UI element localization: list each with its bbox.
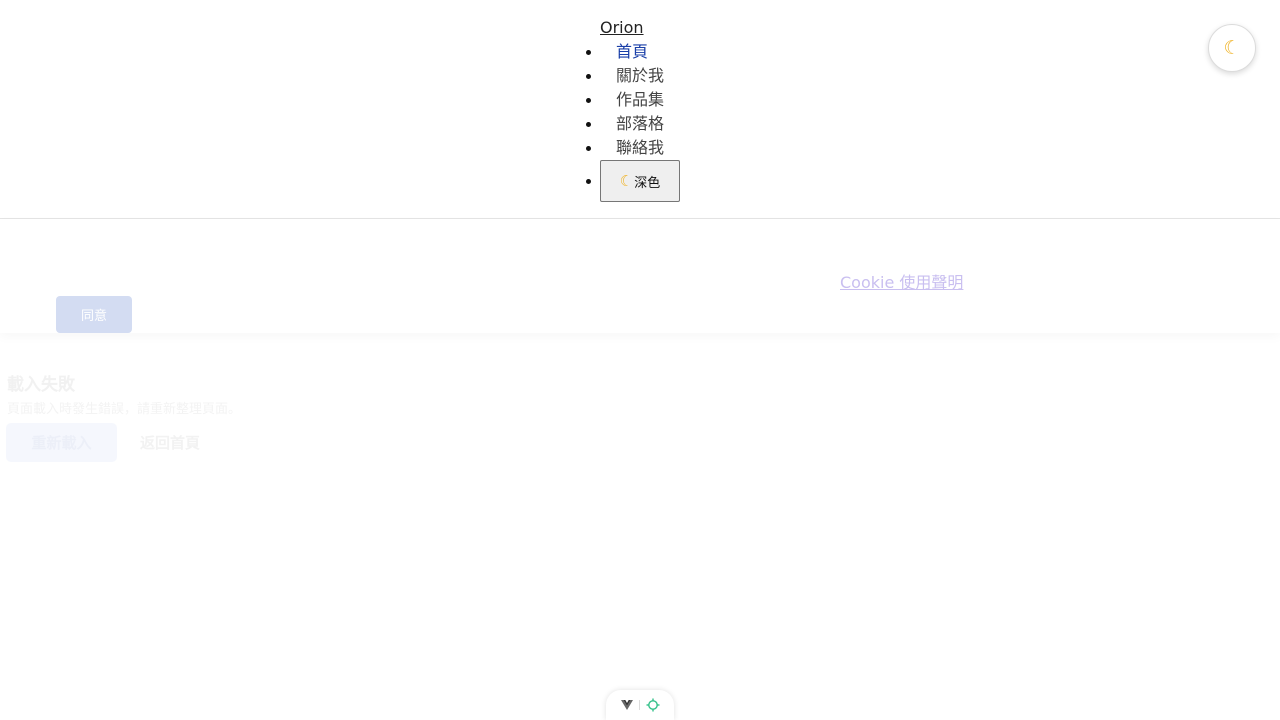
cookie-banner: Cookie 使用聲明 同意 [0,219,1280,333]
moon-icon: ☾ [1223,37,1241,59]
reload-button[interactable]: 重新載入 [6,423,117,462]
nav-item-blog[interactable]: 部落格 [585,112,664,136]
toolbar-divider [638,700,640,710]
error-message: 頁面載入時發生錯誤，請重新整理頁面。 [7,402,242,417]
nav-item-portfolio[interactable]: 作品集 [585,88,664,112]
back-home-link[interactable]: 返回首頁 [140,433,200,453]
error-title: 載入失敗 [7,375,75,395]
floating-theme-button[interactable]: ☾ [1208,24,1256,72]
theme-toggle-button[interactable]: ☾ 深色 [600,160,680,202]
vue-logo-icon [620,699,633,710]
moon-icon: ☾ [619,173,634,190]
nav-item-about[interactable]: 關於我 [585,64,664,88]
crosshair-icon[interactable] [646,698,660,712]
cookie-policy-link[interactable]: Cookie 使用聲明 [840,273,963,293]
nav-item-home[interactable]: 首頁 [585,40,664,64]
theme-toggle-label: 深色 [634,174,661,190]
cookie-agree-button[interactable]: 同意 [56,296,132,333]
site-header: Orion 首頁 關於我 作品集 部落格 聯絡我 ☾ 深色 ☾ [0,0,1280,219]
nav-item-contact[interactable]: 聯絡我 [585,136,664,160]
main-nav: 首頁 關於我 作品集 部落格 聯絡我 ☾ 深色 [585,40,680,202]
devtools-toolbar[interactable] [606,690,674,720]
nav-item-theme: ☾ 深色 [585,160,680,202]
brand-link[interactable]: Orion [600,18,644,38]
